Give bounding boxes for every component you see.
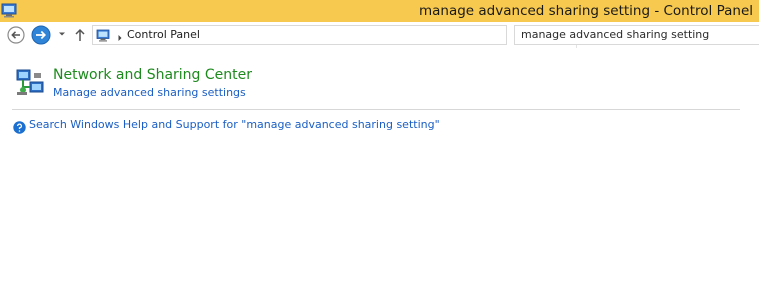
up-button[interactable] (72, 26, 88, 44)
window-title: manage advanced sharing setting - Contro… (418, 3, 753, 19)
forward-button[interactable] (31, 25, 51, 45)
control-panel-icon (96, 28, 112, 42)
result-category-network-and-sharing-center[interactable]: Network and Sharing Center (53, 67, 252, 83)
navigation-bar: Control Panel manage advanced sharing se… (0, 22, 759, 48)
address-bar[interactable]: Control Panel (92, 25, 594, 48)
divider (12, 109, 740, 110)
control-panel-icon[interactable] (1, 1, 19, 19)
back-arrow-icon (7, 26, 25, 44)
recent-locations-button[interactable] (56, 27, 68, 41)
help-search-link[interactable]: Search Windows Help and Support for "man… (29, 118, 440, 131)
search-input[interactable]: manage advanced sharing setting (514, 25, 759, 45)
back-button[interactable] (7, 26, 25, 44)
title-bar: manage advanced sharing setting - Contro… (0, 0, 759, 22)
forward-arrow-icon (31, 25, 51, 45)
help-icon[interactable] (13, 119, 26, 134)
breadcrumb-control-panel[interactable]: Control Panel (127, 28, 200, 41)
search-query[interactable]: manage advanced sharing setting (521, 28, 709, 41)
up-arrow-icon (75, 28, 85, 41)
chevron-down-icon (59, 32, 65, 36)
result-link-manage-advanced-sharing-settings[interactable]: Manage advanced sharing settings (53, 86, 246, 99)
chevron-right-icon[interactable] (116, 29, 124, 41)
network-icon[interactable] (15, 68, 45, 98)
